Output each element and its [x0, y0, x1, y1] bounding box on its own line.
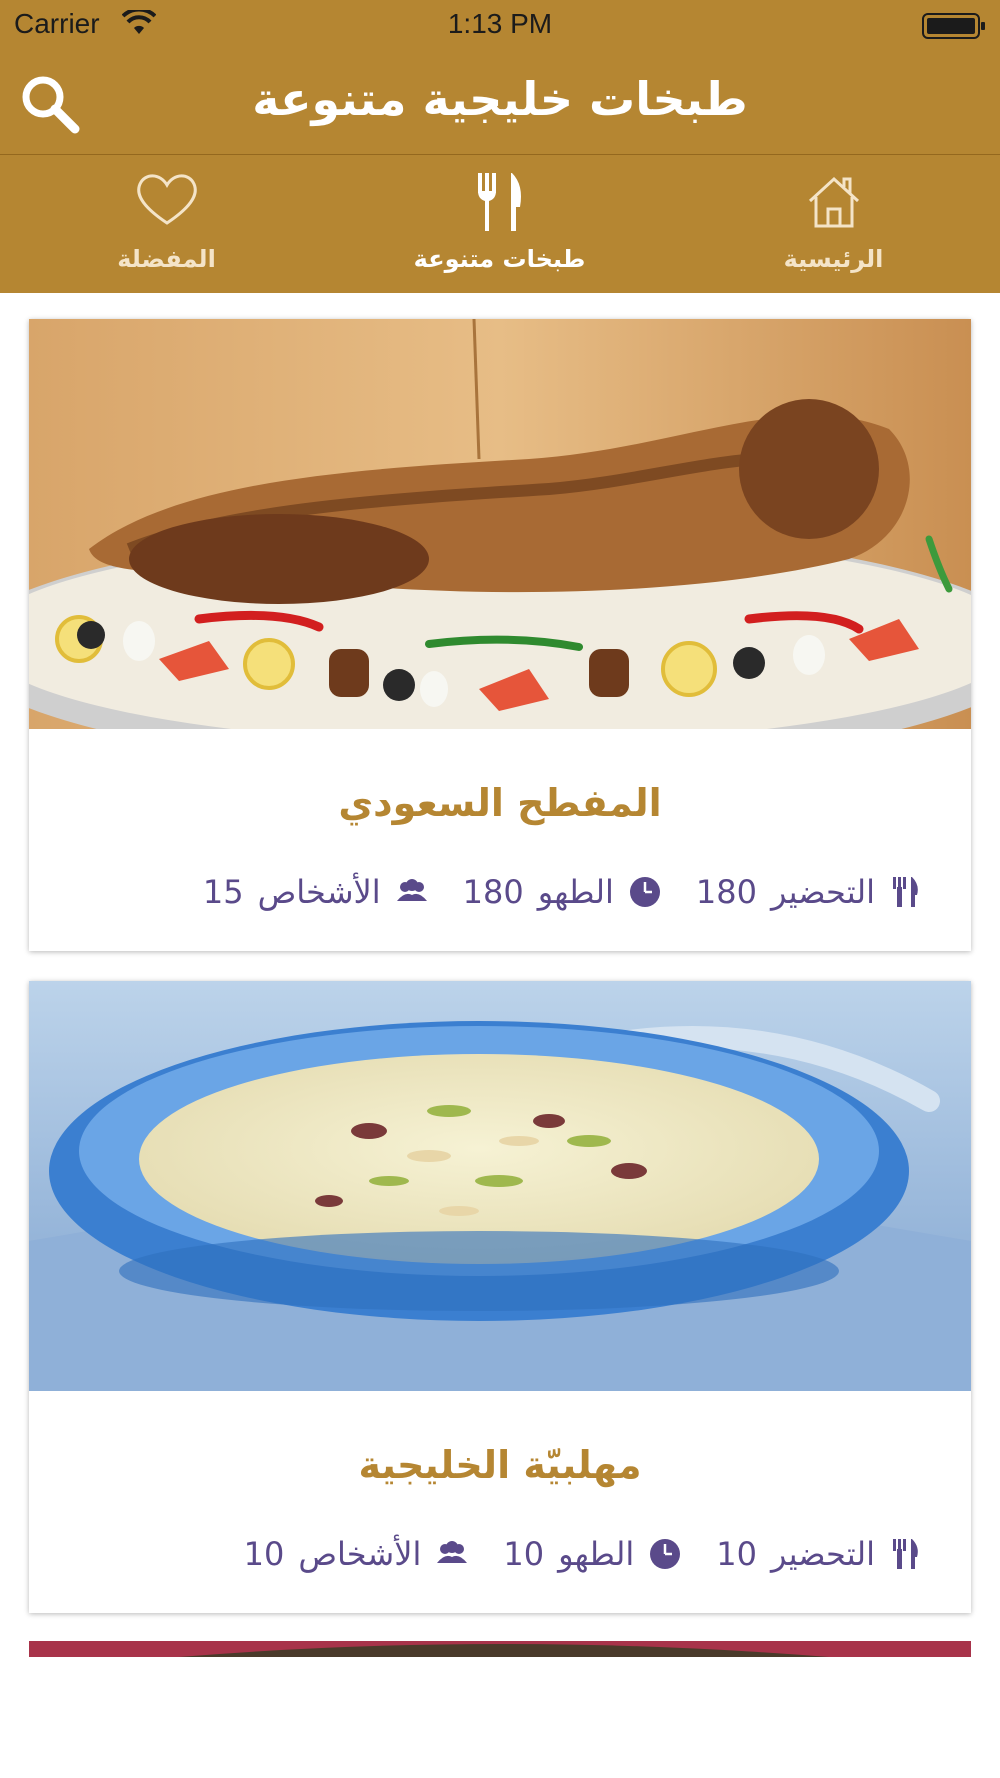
prep-value: 10 [716, 1535, 757, 1573]
clock-icon [628, 875, 662, 909]
top-bar: Carrier 1:13 PM طبخات خليجية متنوعة الرئ… [0, 0, 1000, 293]
cook-label: الطهو [558, 1535, 635, 1573]
cook-time: الطهو 180 [463, 873, 662, 911]
tab-home-label: الرئيسية [783, 245, 884, 273]
prep-label: التحضير [770, 1535, 875, 1573]
recipe-meta: التحضير 10 الطهو 10 الأشخاص 10 [244, 1529, 923, 1579]
home-icon [667, 171, 1000, 237]
prep-time: التحضير 10 [716, 1535, 923, 1573]
people-label: الأشخاص [298, 1535, 422, 1573]
tab-favorites-label: المفضلة [117, 245, 216, 273]
clock-label: 1:13 PM [447, 8, 553, 39]
battery-icon [922, 12, 986, 44]
navigation-bar: طبخات خليجية متنوعة [0, 50, 1000, 155]
people-label: الأشخاص [257, 873, 381, 911]
recipe-card-partial[interactable] [29, 1641, 971, 1657]
people-value: 10 [243, 1535, 285, 1573]
prep-value: 180 [695, 873, 757, 911]
tab-various-dishes[interactable]: طبخات متنوعة [333, 155, 666, 293]
cook-value: 10 [503, 1535, 545, 1573]
servings: الأشخاص 15 [203, 873, 429, 911]
fork-knife-icon [333, 171, 666, 237]
clock-icon [648, 1537, 682, 1571]
recipe-image-mufatah[interactable] [29, 319, 971, 729]
recipe-title[interactable]: المفطح السعودي [29, 781, 971, 825]
people-icon [435, 1537, 469, 1571]
heart-icon [0, 171, 333, 237]
people-icon [395, 875, 429, 909]
servings: الأشخاص 10 [244, 1535, 470, 1573]
tab-favorites[interactable]: المفضلة [0, 155, 333, 293]
utensils-icon [889, 875, 923, 909]
prep-label: التحضير [770, 873, 875, 911]
tab-various-dishes-label: طبخات متنوعة [413, 245, 586, 273]
tab-bar: الرئيسية طبخات متنوعة المفضلة [0, 155, 1000, 293]
tab-home[interactable]: الرئيسية [667, 155, 1000, 293]
utensils-icon [889, 1537, 923, 1571]
status-bar: Carrier 1:13 PM [0, 0, 1000, 50]
recipe-meta: التحضير 180 الطهو 180 الأشخاص 15 [203, 867, 923, 917]
recipe-title[interactable]: مهلبيّة الخليجية [29, 1443, 971, 1487]
cook-value: 180 [462, 873, 524, 911]
page-title: طبخات خليجية متنوعة [252, 72, 748, 126]
cook-time: الطهو 10 [503, 1535, 682, 1573]
cook-label: الطهو [537, 873, 614, 911]
people-value: 15 [202, 873, 244, 911]
recipe-image-muhallabia[interactable] [29, 981, 971, 1391]
recipe-card[interactable]: مهلبيّة الخليجية التحضير 10 الطهو 10 الأ… [29, 981, 971, 1613]
prep-time: التحضير 180 [696, 873, 923, 911]
recipe-card[interactable]: المفطح السعودي التحضير 180 الطهو 180 الأ… [29, 319, 971, 951]
